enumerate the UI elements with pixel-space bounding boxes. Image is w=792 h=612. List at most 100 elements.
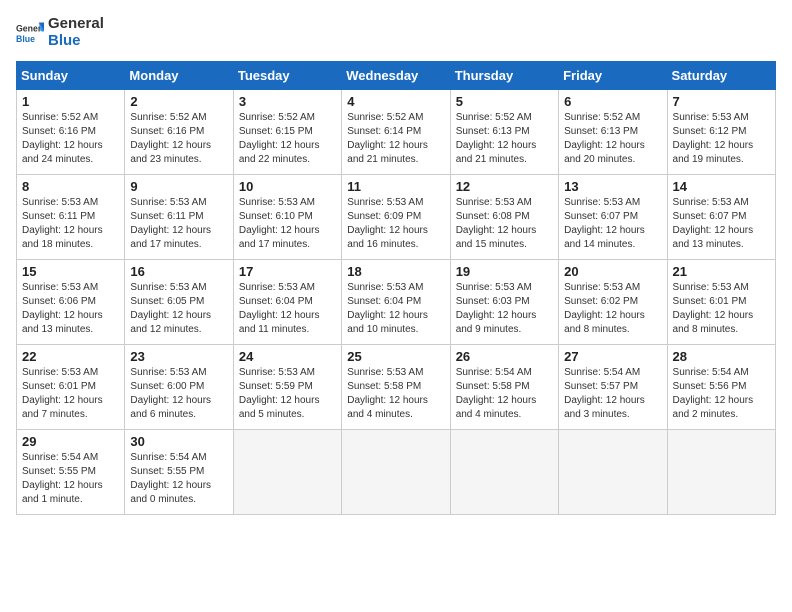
day-of-week-header: Wednesday bbox=[342, 62, 450, 90]
day-info: Sunrise: 5:54 AMSunset: 5:55 PMDaylight:… bbox=[130, 451, 227, 507]
calendar-cell: 13 Sunrise: 5:53 AMSunset: 6:07 PMDaylig… bbox=[559, 175, 667, 260]
day-info: Sunrise: 5:53 AMSunset: 6:10 PMDaylight:… bbox=[239, 196, 336, 252]
day-number: 30 bbox=[130, 434, 227, 449]
day-number: 16 bbox=[130, 264, 227, 279]
calendar-cell: 7 Sunrise: 5:53 AMSunset: 6:12 PMDayligh… bbox=[667, 90, 775, 175]
day-info: Sunrise: 5:54 AMSunset: 5:58 PMDaylight:… bbox=[456, 366, 553, 422]
calendar-cell bbox=[559, 430, 667, 515]
day-number: 3 bbox=[239, 94, 336, 109]
calendar-cell: 1 Sunrise: 5:52 AMSunset: 6:16 PMDayligh… bbox=[17, 90, 125, 175]
day-info: Sunrise: 5:53 AMSunset: 6:08 PMDaylight:… bbox=[456, 196, 553, 252]
day-number: 25 bbox=[347, 349, 444, 364]
calendar-cell: 2 Sunrise: 5:52 AMSunset: 6:16 PMDayligh… bbox=[125, 90, 233, 175]
calendar-cell: 22 Sunrise: 5:53 AMSunset: 6:01 PMDaylig… bbox=[17, 345, 125, 430]
day-number: 17 bbox=[239, 264, 336, 279]
day-number: 18 bbox=[347, 264, 444, 279]
calendar-cell: 19 Sunrise: 5:53 AMSunset: 6:03 PMDaylig… bbox=[450, 260, 558, 345]
calendar-cell bbox=[233, 430, 341, 515]
day-info: Sunrise: 5:52 AMSunset: 6:13 PMDaylight:… bbox=[456, 111, 553, 167]
calendar-cell: 16 Sunrise: 5:53 AMSunset: 6:05 PMDaylig… bbox=[125, 260, 233, 345]
day-info: Sunrise: 5:53 AMSunset: 6:02 PMDaylight:… bbox=[564, 281, 661, 337]
day-info: Sunrise: 5:53 AMSunset: 6:01 PMDaylight:… bbox=[22, 366, 119, 422]
day-info: Sunrise: 5:53 AMSunset: 6:12 PMDaylight:… bbox=[673, 111, 770, 167]
calendar-cell: 20 Sunrise: 5:53 AMSunset: 6:02 PMDaylig… bbox=[559, 260, 667, 345]
day-number: 26 bbox=[456, 349, 553, 364]
calendar-cell: 5 Sunrise: 5:52 AMSunset: 6:13 PMDayligh… bbox=[450, 90, 558, 175]
day-info: Sunrise: 5:53 AMSunset: 6:04 PMDaylight:… bbox=[239, 281, 336, 337]
day-number: 7 bbox=[673, 94, 770, 109]
day-info: Sunrise: 5:54 AMSunset: 5:57 PMDaylight:… bbox=[564, 366, 661, 422]
calendar-cell: 6 Sunrise: 5:52 AMSunset: 6:13 PMDayligh… bbox=[559, 90, 667, 175]
day-info: Sunrise: 5:52 AMSunset: 6:14 PMDaylight:… bbox=[347, 111, 444, 167]
calendar-week-row: 15 Sunrise: 5:53 AMSunset: 6:06 PMDaylig… bbox=[17, 260, 776, 345]
calendar-cell: 18 Sunrise: 5:53 AMSunset: 6:04 PMDaylig… bbox=[342, 260, 450, 345]
day-info: Sunrise: 5:54 AMSunset: 5:55 PMDaylight:… bbox=[22, 451, 119, 507]
calendar-cell: 17 Sunrise: 5:53 AMSunset: 6:04 PMDaylig… bbox=[233, 260, 341, 345]
day-number: 5 bbox=[456, 94, 553, 109]
day-info: Sunrise: 5:52 AMSunset: 6:16 PMDaylight:… bbox=[130, 111, 227, 167]
day-info: Sunrise: 5:54 AMSunset: 5:56 PMDaylight:… bbox=[673, 366, 770, 422]
day-of-week-header: Saturday bbox=[667, 62, 775, 90]
calendar-cell: 15 Sunrise: 5:53 AMSunset: 6:06 PMDaylig… bbox=[17, 260, 125, 345]
calendar-cell bbox=[450, 430, 558, 515]
calendar-cell: 11 Sunrise: 5:53 AMSunset: 6:09 PMDaylig… bbox=[342, 175, 450, 260]
calendar-cell: 29 Sunrise: 5:54 AMSunset: 5:55 PMDaylig… bbox=[17, 430, 125, 515]
day-number: 14 bbox=[673, 179, 770, 194]
day-number: 29 bbox=[22, 434, 119, 449]
day-of-week-header: Monday bbox=[125, 62, 233, 90]
day-number: 20 bbox=[564, 264, 661, 279]
day-number: 11 bbox=[347, 179, 444, 194]
day-number: 12 bbox=[456, 179, 553, 194]
day-number: 23 bbox=[130, 349, 227, 364]
calendar-cell: 27 Sunrise: 5:54 AMSunset: 5:57 PMDaylig… bbox=[559, 345, 667, 430]
calendar-cell: 26 Sunrise: 5:54 AMSunset: 5:58 PMDaylig… bbox=[450, 345, 558, 430]
day-number: 28 bbox=[673, 349, 770, 364]
logo: General Blue General Blue bbox=[16, 16, 104, 49]
svg-text:Blue: Blue bbox=[16, 33, 35, 43]
day-info: Sunrise: 5:53 AMSunset: 6:04 PMDaylight:… bbox=[347, 281, 444, 337]
day-info: Sunrise: 5:53 AMSunset: 6:06 PMDaylight:… bbox=[22, 281, 119, 337]
day-of-week-header: Thursday bbox=[450, 62, 558, 90]
day-number: 2 bbox=[130, 94, 227, 109]
calendar-cell: 12 Sunrise: 5:53 AMSunset: 6:08 PMDaylig… bbox=[450, 175, 558, 260]
calendar-cell: 10 Sunrise: 5:53 AMSunset: 6:10 PMDaylig… bbox=[233, 175, 341, 260]
day-number: 27 bbox=[564, 349, 661, 364]
logo-icon: General Blue bbox=[16, 19, 44, 47]
calendar-cell: 3 Sunrise: 5:52 AMSunset: 6:15 PMDayligh… bbox=[233, 90, 341, 175]
calendar-week-row: 1 Sunrise: 5:52 AMSunset: 6:16 PMDayligh… bbox=[17, 90, 776, 175]
calendar-cell bbox=[667, 430, 775, 515]
day-info: Sunrise: 5:53 AMSunset: 6:11 PMDaylight:… bbox=[130, 196, 227, 252]
day-number: 1 bbox=[22, 94, 119, 109]
day-of-week-header: Tuesday bbox=[233, 62, 341, 90]
calendar-body: 1 Sunrise: 5:52 AMSunset: 6:16 PMDayligh… bbox=[17, 90, 776, 515]
day-info: Sunrise: 5:53 AMSunset: 6:05 PMDaylight:… bbox=[130, 281, 227, 337]
calendar-week-row: 29 Sunrise: 5:54 AMSunset: 5:55 PMDaylig… bbox=[17, 430, 776, 515]
day-info: Sunrise: 5:53 AMSunset: 6:03 PMDaylight:… bbox=[456, 281, 553, 337]
day-info: Sunrise: 5:52 AMSunset: 6:16 PMDaylight:… bbox=[22, 111, 119, 167]
calendar-cell: 9 Sunrise: 5:53 AMSunset: 6:11 PMDayligh… bbox=[125, 175, 233, 260]
calendar-week-row: 8 Sunrise: 5:53 AMSunset: 6:11 PMDayligh… bbox=[17, 175, 776, 260]
calendar-header-row: SundayMondayTuesdayWednesdayThursdayFrid… bbox=[17, 62, 776, 90]
calendar-cell bbox=[342, 430, 450, 515]
calendar-cell: 8 Sunrise: 5:53 AMSunset: 6:11 PMDayligh… bbox=[17, 175, 125, 260]
day-number: 9 bbox=[130, 179, 227, 194]
day-info: Sunrise: 5:53 AMSunset: 6:11 PMDaylight:… bbox=[22, 196, 119, 252]
day-info: Sunrise: 5:53 AMSunset: 6:07 PMDaylight:… bbox=[564, 196, 661, 252]
day-info: Sunrise: 5:52 AMSunset: 6:15 PMDaylight:… bbox=[239, 111, 336, 167]
day-number: 24 bbox=[239, 349, 336, 364]
day-info: Sunrise: 5:53 AMSunset: 6:09 PMDaylight:… bbox=[347, 196, 444, 252]
calendar-week-row: 22 Sunrise: 5:53 AMSunset: 6:01 PMDaylig… bbox=[17, 345, 776, 430]
day-of-week-header: Sunday bbox=[17, 62, 125, 90]
page-header: General Blue General Blue bbox=[16, 16, 776, 49]
day-info: Sunrise: 5:52 AMSunset: 6:13 PMDaylight:… bbox=[564, 111, 661, 167]
calendar-cell: 23 Sunrise: 5:53 AMSunset: 6:00 PMDaylig… bbox=[125, 345, 233, 430]
day-number: 15 bbox=[22, 264, 119, 279]
day-info: Sunrise: 5:53 AMSunset: 6:07 PMDaylight:… bbox=[673, 196, 770, 252]
day-info: Sunrise: 5:53 AMSunset: 6:00 PMDaylight:… bbox=[130, 366, 227, 422]
day-number: 13 bbox=[564, 179, 661, 194]
calendar-cell: 21 Sunrise: 5:53 AMSunset: 6:01 PMDaylig… bbox=[667, 260, 775, 345]
calendar-cell: 14 Sunrise: 5:53 AMSunset: 6:07 PMDaylig… bbox=[667, 175, 775, 260]
day-info: Sunrise: 5:53 AMSunset: 5:58 PMDaylight:… bbox=[347, 366, 444, 422]
day-number: 4 bbox=[347, 94, 444, 109]
day-number: 21 bbox=[673, 264, 770, 279]
